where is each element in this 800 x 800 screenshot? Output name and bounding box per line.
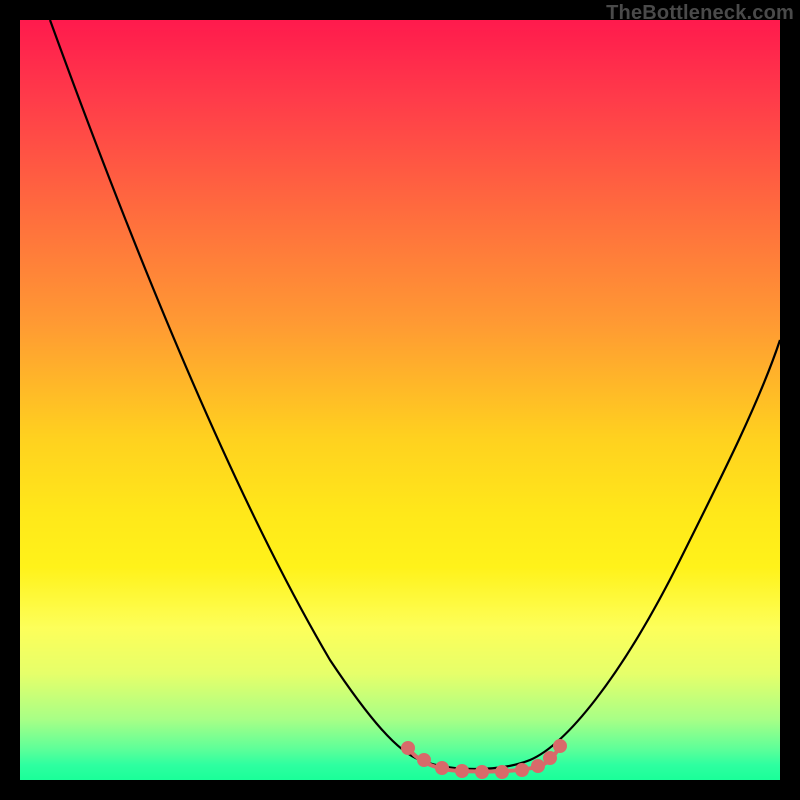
optimal-flat-marker xyxy=(403,741,565,777)
watermark-text: TheBottleneck.com xyxy=(606,2,794,25)
bottleneck-curve xyxy=(50,20,780,769)
chart-frame: TheBottleneck.com xyxy=(0,0,800,800)
plot-area xyxy=(20,20,780,780)
curve-layer xyxy=(20,20,780,780)
